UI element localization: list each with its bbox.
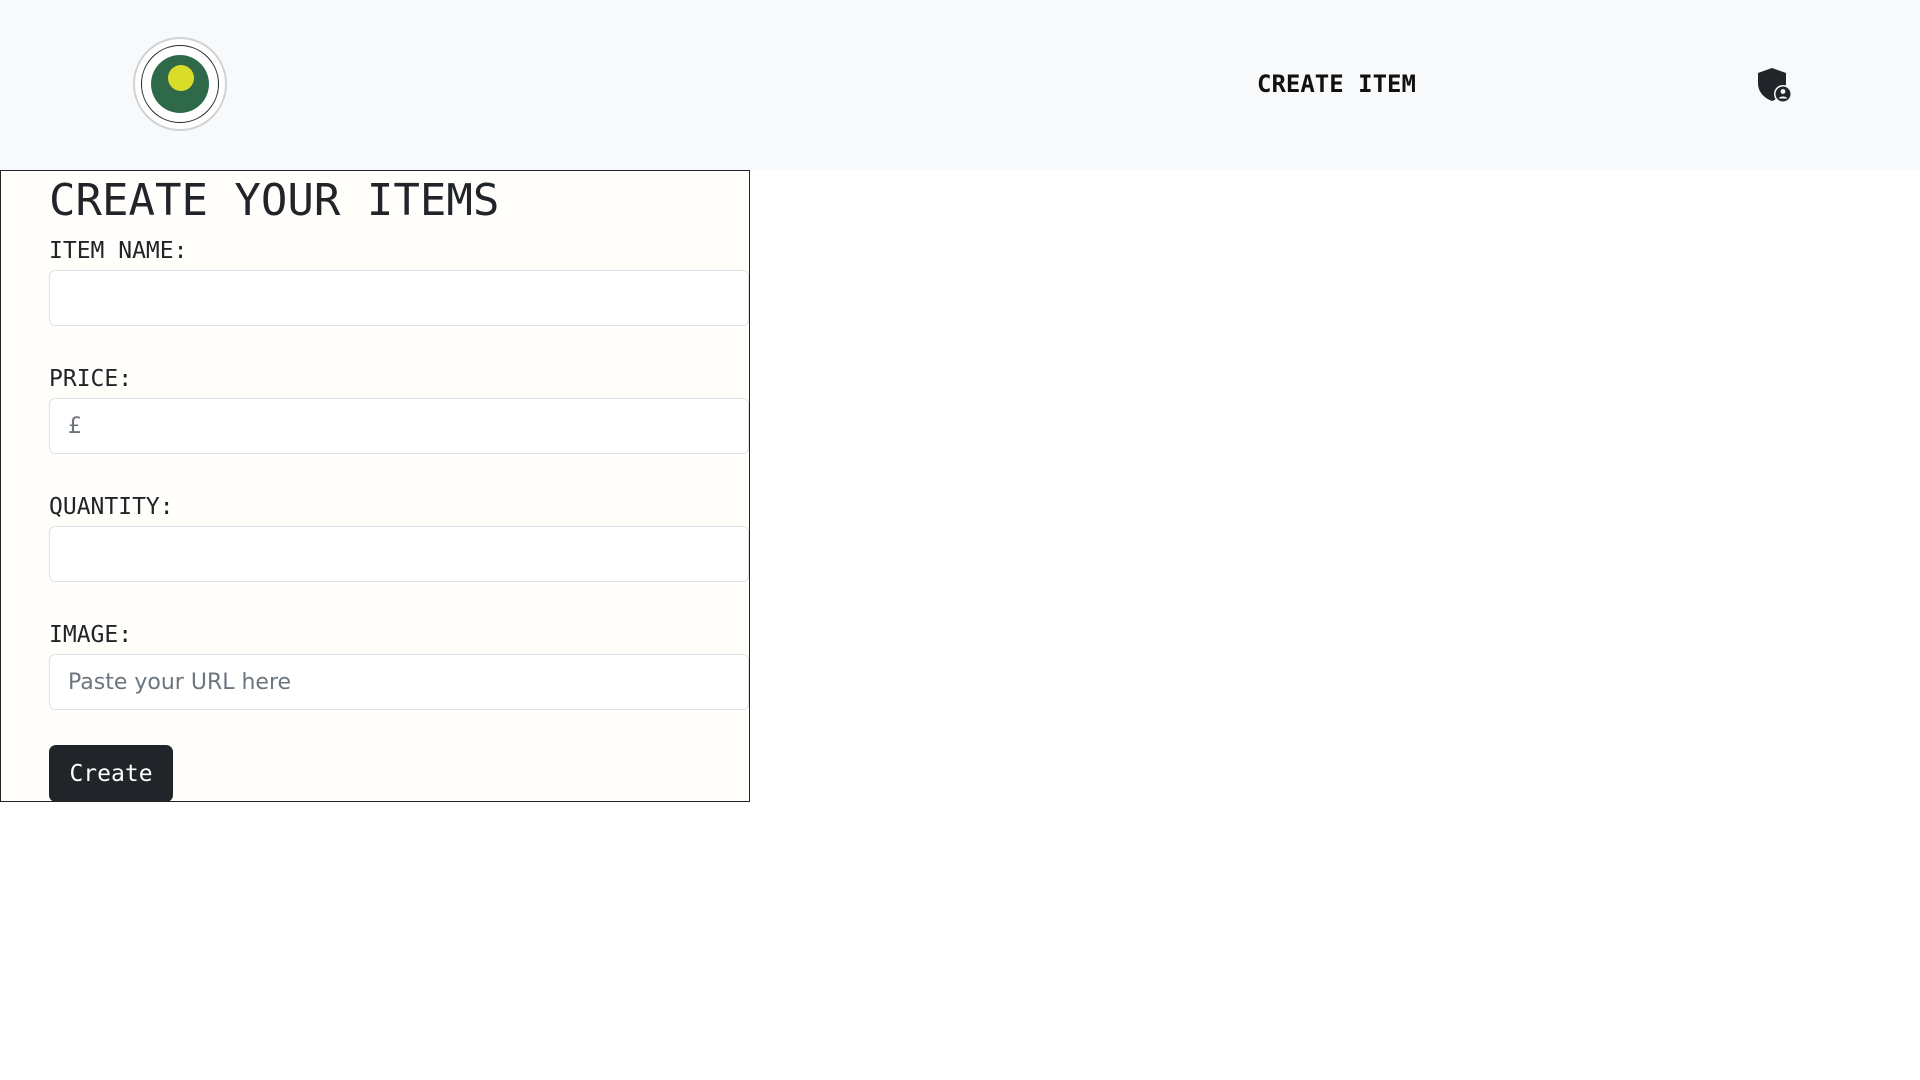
form-title: CREATE YOUR ITEMS: [49, 175, 500, 226]
price-input[interactable]: [49, 398, 749, 454]
item-name-label: ITEM NAME:: [49, 238, 188, 264]
item-name-input[interactable]: [49, 270, 749, 326]
image-label: IMAGE:: [49, 622, 133, 648]
quantity-label: QUANTITY:: [49, 494, 174, 520]
brand-logo[interactable]: [133, 37, 227, 131]
create-button[interactable]: Create: [49, 745, 173, 802]
logo-mascot-icon: [168, 65, 194, 91]
create-item-form: CREATE YOUR ITEMS ITEM NAME: PRICE: QUAN…: [0, 170, 750, 802]
nav-link-create-item[interactable]: CREATE ITEM: [1257, 70, 1416, 98]
image-url-input[interactable]: [49, 654, 749, 710]
navbar: CREATE ITEM: [0, 0, 1920, 170]
shield-user-icon[interactable]: [1755, 66, 1793, 104]
quantity-input[interactable]: [49, 526, 749, 582]
price-label: PRICE:: [49, 366, 133, 392]
